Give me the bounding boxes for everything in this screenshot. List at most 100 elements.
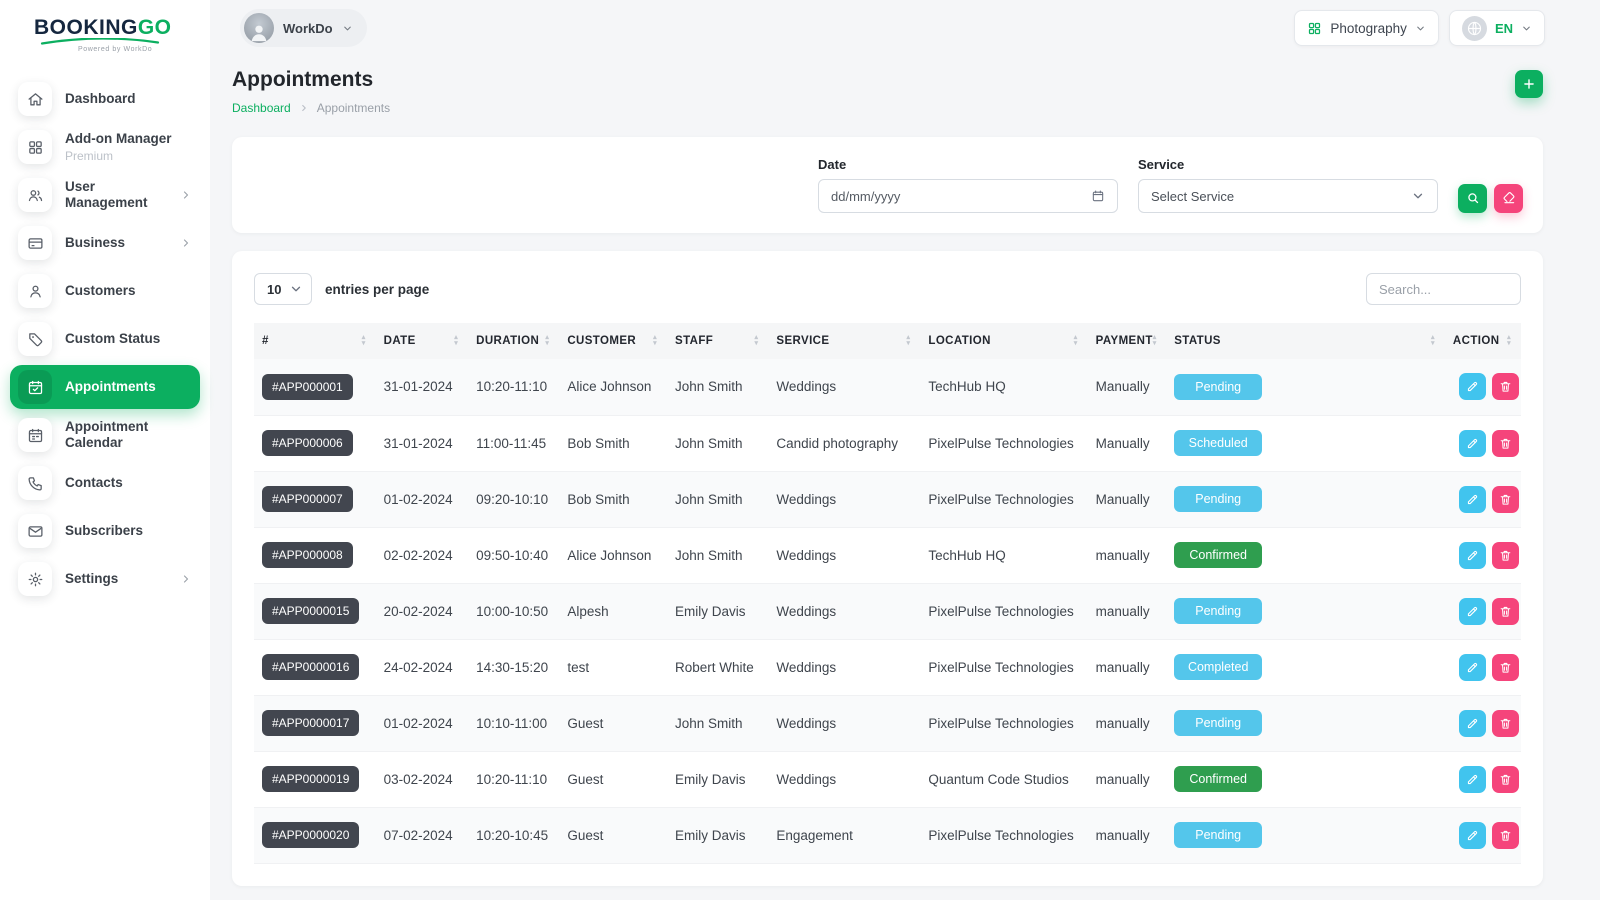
home-icon: [18, 82, 52, 116]
status-badge: Pending: [1174, 598, 1262, 624]
brand-tagline: Powered by WorkDo: [78, 46, 210, 53]
business-category-selector[interactable]: Photography: [1294, 10, 1439, 46]
edit-button[interactable]: [1459, 710, 1486, 737]
sidebar-item-label: User Management: [65, 179, 167, 211]
edit-button[interactable]: [1459, 766, 1486, 793]
edit-button[interactable]: [1459, 822, 1486, 849]
service-filter-field: Service Select Service: [1138, 157, 1438, 213]
sidebar-item-settings[interactable]: Settings: [10, 557, 200, 601]
cell-customer: Bob Smith: [559, 471, 667, 527]
sidebar-item-user-management[interactable]: User Management: [10, 173, 200, 217]
delete-button[interactable]: [1492, 542, 1519, 569]
sort-icon: ▴▾: [1153, 335, 1157, 347]
edit-button[interactable]: [1459, 598, 1486, 625]
sidebar-item-business[interactable]: Business: [10, 221, 200, 265]
delete-button[interactable]: [1492, 654, 1519, 681]
add-appointment-button[interactable]: [1515, 70, 1543, 98]
column-header-duration[interactable]: DURATION▴▾: [468, 323, 559, 359]
cell-location: PixelPulse Technologies: [920, 639, 1087, 695]
cell-location: TechHub HQ: [920, 359, 1087, 415]
language-label: EN: [1495, 21, 1513, 36]
edit-button[interactable]: [1459, 654, 1486, 681]
sidebar-item-contacts[interactable]: Contacts: [10, 461, 200, 505]
cell-customer: Alice Johnson: [559, 359, 667, 415]
sort-icon: ▴▾: [653, 335, 657, 347]
appointments-table: #▴▾DATE▴▾DURATION▴▾CUSTOMER▴▾STAFF▴▾SERV…: [254, 323, 1521, 864]
table-body: #APP00000131-01-202410:20-11:10Alice Joh…: [254, 359, 1521, 863]
delete-button[interactable]: [1492, 710, 1519, 737]
column-header-location[interactable]: LOCATION▴▾: [920, 323, 1087, 359]
delete-button[interactable]: [1492, 373, 1519, 400]
cell-service: Engagement: [768, 807, 920, 863]
cell-date: 01-02-2024: [376, 471, 468, 527]
language-selector[interactable]: EN: [1449, 10, 1545, 46]
delete-button[interactable]: [1492, 486, 1519, 513]
sidebar-item-label: Appointment Calendar: [65, 419, 192, 451]
sidebar-item-dashboard[interactable]: Dashboard: [10, 77, 200, 121]
user-icon: [18, 274, 52, 308]
clear-filter-icon: [1502, 191, 1516, 205]
sort-icon: ▴▾: [906, 335, 910, 347]
workspace-selector[interactable]: WorkDo: [240, 9, 367, 47]
clear-filter-button[interactable]: [1494, 184, 1523, 213]
service-filter-select[interactable]: Select Service: [1138, 179, 1438, 213]
cell-duration: 10:20-11:10: [468, 751, 559, 807]
column-header-date[interactable]: DATE▴▾: [376, 323, 468, 359]
appointment-row: #APP000001520-02-202410:00-10:50AlpeshEm…: [254, 583, 1521, 639]
grid-icon: [18, 130, 52, 164]
edit-button[interactable]: [1459, 486, 1486, 513]
cell-date: 31-01-2024: [376, 359, 468, 415]
appointment-id-badge: #APP0000019: [262, 766, 359, 792]
delete-button[interactable]: [1492, 430, 1519, 457]
brand-logo: BOOKINGGO Powered by WorkDo: [0, 0, 210, 53]
column-header-service[interactable]: SERVICE▴▾: [768, 323, 920, 359]
date-filter-field: Date dd/mm/yyyy: [818, 157, 1118, 213]
cell-payment: Manually: [1088, 359, 1167, 415]
appointment-row: #APP000002007-02-202410:20-10:45GuestEmi…: [254, 807, 1521, 863]
sidebar-item-appointment-calendar[interactable]: Appointment Calendar: [10, 413, 200, 457]
sidebar-item-label: Customers: [65, 283, 136, 299]
appointment-id-badge: #APP0000015: [262, 598, 359, 624]
cell-staff: Emily Davis: [667, 583, 768, 639]
sidebar-item-custom-status[interactable]: Custom Status: [10, 317, 200, 361]
cell-duration: 09:50-10:40: [468, 527, 559, 583]
column-header-action[interactable]: ACTION▴▾: [1445, 323, 1521, 359]
trash-icon: [1499, 493, 1512, 506]
column-header-payment[interactable]: PAYMENT▴▾: [1088, 323, 1167, 359]
appointment-row: #APP000001624-02-202414:30-15:20testRobe…: [254, 639, 1521, 695]
cell-duration: 10:20-11:10: [468, 359, 559, 415]
sidebar-item-appointments[interactable]: Appointments: [10, 365, 200, 409]
sort-icon: ▴▾: [1507, 335, 1511, 347]
user-avatar: [244, 13, 274, 43]
edit-button[interactable]: [1459, 430, 1486, 457]
column-header-staff[interactable]: STAFF▴▾: [667, 323, 768, 359]
appointment-id-badge: #APP0000016: [262, 654, 359, 680]
sidebar-item-add-on-manager[interactable]: Add-on ManagerPremium: [10, 125, 200, 169]
edit-button[interactable]: [1459, 542, 1486, 569]
cell-service: Weddings: [768, 639, 920, 695]
calendar-icon: [18, 418, 52, 452]
column-header-id[interactable]: #▴▾: [254, 323, 376, 359]
sidebar-item-label: Business: [65, 235, 125, 251]
delete-button[interactable]: [1492, 766, 1519, 793]
breadcrumb-dashboard-link[interactable]: Dashboard: [232, 101, 291, 115]
cell-location: TechHub HQ: [920, 527, 1087, 583]
entries-per-page-select[interactable]: 10: [254, 273, 312, 305]
sidebar-item-label: Settings: [65, 571, 118, 587]
sidebar-item-subscribers[interactable]: Subscribers: [10, 509, 200, 553]
sidebar-item-customers[interactable]: Customers: [10, 269, 200, 313]
delete-button[interactable]: [1492, 822, 1519, 849]
cell-service: Weddings: [768, 359, 920, 415]
delete-button[interactable]: [1492, 598, 1519, 625]
cell-customer: Guest: [559, 695, 667, 751]
edit-button[interactable]: [1459, 373, 1486, 400]
date-filter-input[interactable]: dd/mm/yyyy: [818, 179, 1118, 213]
table-search-input[interactable]: [1366, 273, 1521, 305]
cell-service: Weddings: [768, 527, 920, 583]
chevron-right-icon: [180, 189, 192, 201]
cell-payment: manually: [1088, 639, 1167, 695]
column-header-customer[interactable]: CUSTOMER▴▾: [559, 323, 667, 359]
column-header-status[interactable]: STATUS▴▾: [1166, 323, 1445, 359]
chevron-down-icon: [1411, 189, 1425, 203]
apply-filter-button[interactable]: [1458, 184, 1487, 213]
